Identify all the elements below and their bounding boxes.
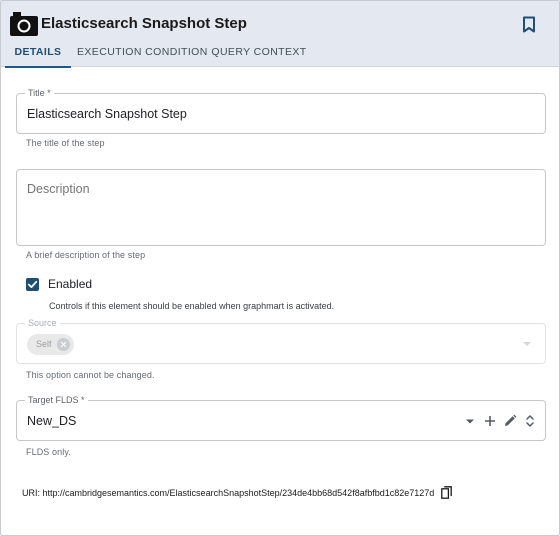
source-chip-label: Self [36, 339, 52, 349]
unfold-icon[interactable] [522, 413, 538, 429]
title-input[interactable]: Elasticsearch Snapshot Step [27, 107, 187, 121]
source-chip: Self [27, 334, 74, 355]
add-icon[interactable] [482, 413, 498, 429]
step-editor-panel: Elasticsearch Snapshot Step DETAILS EXEC… [0, 0, 560, 536]
source-field-label: Source [25, 317, 60, 329]
description-field[interactable]: Description [16, 169, 546, 246]
enabled-checkbox[interactable] [26, 278, 39, 291]
edit-icon[interactable] [502, 413, 518, 429]
source-hint: This option cannot be changed. [26, 370, 155, 380]
tab-query-context[interactable]: QUERY CONTEXT [209, 41, 309, 67]
enabled-label: Enabled [48, 277, 93, 291]
target-hint: FLDS only. [26, 447, 71, 457]
bookmark-icon[interactable] [522, 16, 536, 33]
panel-header: Elasticsearch Snapshot Step DETAILS EXEC… [1, 1, 559, 68]
enabled-hint: Controls if this element should be enabl… [49, 301, 335, 311]
description-placeholder: Description [27, 182, 90, 196]
step-title: Elasticsearch Snapshot Step [41, 15, 247, 32]
check-icon [27, 280, 38, 288]
target-field-label: Target FLDS * [25, 394, 88, 406]
target-flds-value[interactable]: New_DS [27, 414, 76, 428]
tab-execution-condition[interactable]: EXECUTION CONDITION [77, 41, 207, 67]
title-hint: The title of the step [26, 138, 105, 148]
tab-details[interactable]: DETAILS [5, 41, 71, 68]
source-select: Source Self [16, 317, 546, 364]
chevron-down-icon [523, 342, 531, 346]
chip-remove-icon [56, 338, 70, 351]
step-uri-text: URI: http://cambridgesemantics.com/Elast… [22, 488, 435, 498]
copy-icon[interactable] [440, 486, 452, 499]
title-field[interactable]: Title * Elasticsearch Snapshot Step [16, 87, 546, 134]
camera-icon [10, 12, 38, 36]
target-flds-select[interactable]: Target FLDS * New_DS [16, 394, 546, 441]
description-hint: A brief description of the step [26, 250, 146, 260]
title-field-label: Title * [25, 87, 54, 99]
chevron-down-icon[interactable] [462, 413, 478, 429]
step-uri: URI: http://cambridgesemantics.com/Elast… [22, 486, 452, 499]
